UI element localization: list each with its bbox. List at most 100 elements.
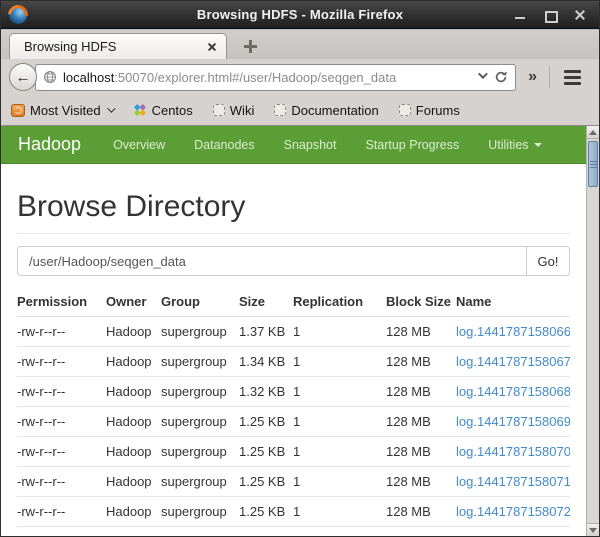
overflow-chevrons-icon[interactable]: » [516,68,549,86]
browser-viewport: Hadoop Overview Datanodes Snapshot Start… [1,126,599,536]
url-dropdown-icon[interactable] [478,69,488,79]
cell-block-size: 128 MB [386,437,456,467]
bookmark-label: Wiki [230,103,255,118]
cell-replication: 1 [293,317,386,347]
cell-name: log.1441787158072 [456,497,570,527]
bookmark-label: Forums [416,103,460,118]
cell-block-size: 128 MB [386,467,456,497]
go-button[interactable]: Go! [526,246,570,276]
cell-size: 1.25 KB [239,497,293,527]
bookmark-placeholder-icon [274,104,286,116]
reload-icon[interactable] [494,70,508,84]
table-row: -rw-r--r--Hadoopsupergroup1.25 KB1128 MB… [17,437,570,467]
table-row: -rw-r--r--Hadoopsupergroup1.37 KB1128 MB… [17,317,570,347]
scroll-up-button[interactable] [587,126,599,139]
cell-replication: 1 [293,437,386,467]
history-folder-icon [11,104,25,117]
cell-name: log.1441787158069 [456,407,570,437]
nav-datanodes[interactable]: Datanodes [194,138,254,152]
file-table-body: -rw-r--r--Hadoopsupergroup1.37 KB1128 MB… [17,317,570,527]
file-link[interactable]: log.1441787158068 [456,384,570,399]
tab-title: Browsing HDFS [24,39,200,54]
cell-group: supergroup [161,497,239,527]
nav-overview[interactable]: Overview [113,138,165,152]
file-listing-table: PermissionOwnerGroupSizeReplicationBlock… [17,286,570,527]
cell-name: log.1441787158067 [456,347,570,377]
bookmarks-bar: Most Visited Centos Wiki [1,95,599,126]
directory-path-input[interactable] [17,246,527,276]
cell-group: supergroup [161,317,239,347]
file-link[interactable]: log.1441787158067 [456,354,570,369]
back-button[interactable]: ← [9,63,37,91]
bookmark-documentation[interactable]: Documentation [274,103,378,118]
cell-owner: Hadoop [106,317,161,347]
hadoop-nav-items: Overview Datanodes Snapshot Startup Prog… [113,138,541,152]
cell-permission: -rw-r--r-- [17,317,106,347]
bookmark-wiki[interactable]: Wiki [213,103,255,118]
url-text: localhost:50070/explorer.html#/user/Hado… [63,70,470,85]
vertical-scrollbar[interactable] [586,126,599,536]
bookmark-forums[interactable]: Forums [399,103,460,118]
url-bar[interactable]: localhost:50070/explorer.html#/user/Hado… [35,64,516,91]
heading-divider [17,233,570,234]
nav-startup-progress[interactable]: Startup Progress [365,138,459,152]
file-link[interactable]: log.1441787158070 [456,444,570,459]
hamburger-menu-icon[interactable] [550,70,589,85]
cell-size: 1.25 KB [239,467,293,497]
bookmark-label: Documentation [291,103,378,118]
file-link[interactable]: log.1441787158072 [456,504,570,519]
minimize-icon[interactable] [513,8,527,22]
file-link[interactable]: log.1441787158069 [456,414,570,429]
hdfs-explorer-page: Hadoop Overview Datanodes Snapshot Start… [1,126,586,536]
table-header-row: PermissionOwnerGroupSizeReplicationBlock… [17,286,570,317]
tab-browsing-hdfs[interactable]: Browsing HDFS [9,33,227,59]
column-header-group: Group [161,286,239,317]
column-header-name: Name [456,286,570,317]
cell-block-size: 128 MB [386,347,456,377]
cell-permission: -rw-r--r-- [17,407,106,437]
cell-size: 1.37 KB [239,317,293,347]
hadoop-brand[interactable]: Hadoop [18,134,81,155]
firefox-window: Browsing HDFS - Mozilla Firefox Browsing… [0,0,600,537]
tab-close-icon[interactable] [206,41,218,53]
arrow-up-icon [589,130,597,135]
nav-utilities[interactable]: Utilities [488,138,541,152]
column-header-owner: Owner [106,286,161,317]
cell-block-size: 128 MB [386,497,456,527]
bookmark-placeholder-icon [399,104,411,116]
window-controls [513,8,599,22]
cell-size: 1.25 KB [239,437,293,467]
chevron-down-icon [107,104,115,112]
bookmark-placeholder-icon [213,104,225,116]
cell-size: 1.25 KB [239,407,293,437]
cell-permission: -rw-r--r-- [17,497,106,527]
cell-replication: 1 [293,467,386,497]
url-path: :50070/explorer.html#/user/Hadoop/seqgen… [114,70,396,85]
cell-permission: -rw-r--r-- [17,347,106,377]
new-tab-button[interactable] [239,36,261,56]
cell-block-size: 128 MB [386,407,456,437]
cell-replication: 1 [293,407,386,437]
page-title: Browse Directory [17,190,570,223]
cell-block-size: 128 MB [386,317,456,347]
cell-replication: 1 [293,377,386,407]
cell-permission: -rw-r--r-- [17,437,106,467]
column-header-permission: Permission [17,286,106,317]
nav-snapshot[interactable]: Snapshot [284,138,337,152]
cell-name: log.1441787158071 [456,467,570,497]
scrollbar-thumb[interactable] [588,141,598,187]
url-host: localhost [63,70,114,85]
window-titlebar: Browsing HDFS - Mozilla Firefox [1,1,599,29]
cell-size: 1.32 KB [239,377,293,407]
arrow-down-icon [589,528,597,533]
close-icon[interactable] [573,8,587,22]
bookmark-most-visited[interactable]: Most Visited [11,103,113,118]
maximize-icon[interactable] [543,8,557,22]
bookmark-centos[interactable]: Centos [133,103,193,118]
table-row: -rw-r--r--Hadoopsupergroup1.34 KB1128 MB… [17,347,570,377]
cell-owner: Hadoop [106,347,161,377]
file-link[interactable]: log.1441787158066 [456,324,570,339]
file-link[interactable]: log.1441787158071 [456,474,570,489]
table-row: -rw-r--r--Hadoopsupergroup1.25 KB1128 MB… [17,467,570,497]
scroll-down-button[interactable] [587,523,599,536]
